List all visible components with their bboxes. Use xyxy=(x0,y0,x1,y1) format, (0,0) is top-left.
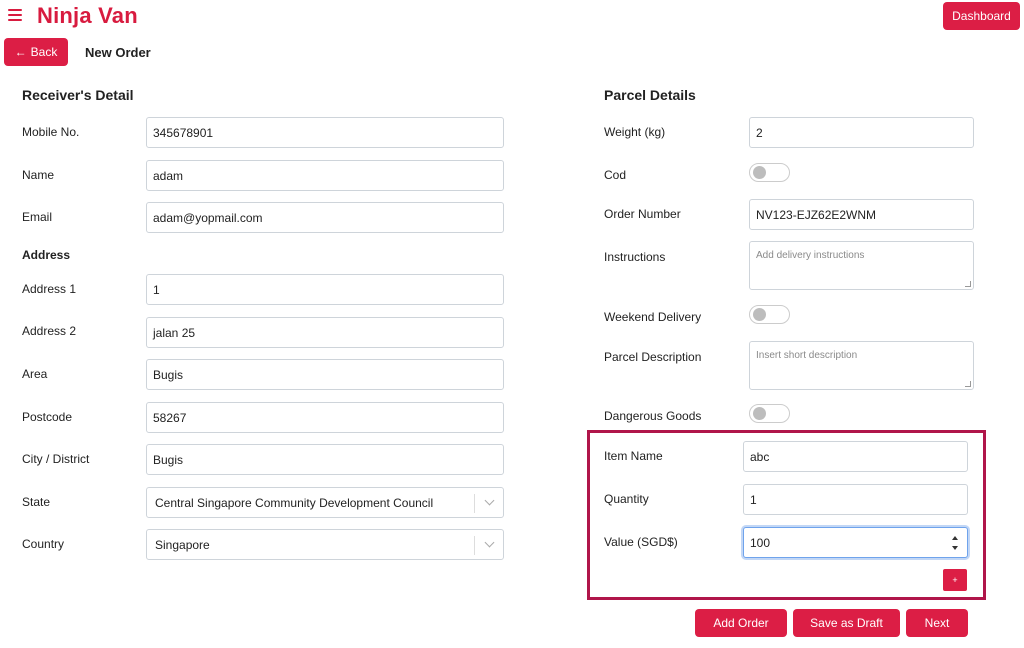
country-select[interactable]: Singapore xyxy=(146,529,504,560)
area-input[interactable]: Bugis xyxy=(146,359,504,390)
value-label: Value (SGD$) xyxy=(604,535,678,549)
item-name-label: Item Name xyxy=(604,449,663,463)
add-order-button[interactable]: Add Order xyxy=(695,609,787,637)
email-label: Email xyxy=(22,210,53,224)
next-button[interactable]: Next xyxy=(906,609,968,637)
weight-input[interactable]: 2 xyxy=(749,117,974,148)
address1-label: Address 1 xyxy=(22,282,77,296)
city-input[interactable]: Bugis xyxy=(146,444,504,475)
select-separator xyxy=(474,494,475,513)
order-number-input[interactable]: NV123-EJZ62E2WNM xyxy=(749,199,974,230)
instructions-textarea[interactable]: Add delivery instructions xyxy=(749,241,974,290)
back-label: Back xyxy=(30,45,58,59)
area-label: Area xyxy=(22,367,48,381)
city-label: City / District xyxy=(22,452,90,466)
save-draft-button[interactable]: Save as Draft xyxy=(793,609,900,637)
postcode-input[interactable]: 58267 xyxy=(146,402,504,433)
state-select-value: Central Singapore Community Development … xyxy=(155,495,434,510)
number-spinner-icon[interactable] xyxy=(951,536,959,550)
country-select-value: Singapore xyxy=(155,537,210,552)
quantity-input[interactable]: 1 xyxy=(743,484,968,515)
toggle-knob xyxy=(753,407,766,420)
address-subtitle: Address xyxy=(22,248,71,262)
state-label: State xyxy=(22,495,51,509)
receiver-section-title: Receiver's Detail xyxy=(22,87,134,103)
instructions-label: Instructions xyxy=(604,250,666,264)
order-number-label: Order Number xyxy=(604,207,681,221)
instructions-placeholder: Add delivery instructions xyxy=(756,250,865,261)
value-input-text: 100 xyxy=(750,535,771,550)
resize-grip-icon[interactable] xyxy=(965,281,971,287)
email-input[interactable]: adam@yopmail.com xyxy=(146,202,504,233)
weight-label: Weight (kg) xyxy=(604,125,666,139)
chevron-down-icon xyxy=(484,537,495,548)
description-placeholder: Insert short description xyxy=(756,350,858,361)
arrow-left-icon: ← xyxy=(14,45,27,59)
postcode-label: Postcode xyxy=(22,410,73,424)
toggle-knob xyxy=(753,166,766,179)
dashboard-button[interactable]: Dashboard xyxy=(943,2,1020,30)
country-label: Country xyxy=(22,537,65,551)
weekend-toggle[interactable] xyxy=(749,305,790,324)
description-label: Parcel Description xyxy=(604,350,702,364)
brand-logo: Ninja Van xyxy=(37,3,138,28)
state-select[interactable]: Central Singapore Community Development … xyxy=(146,487,504,518)
address1-input[interactable]: 1 xyxy=(146,274,504,305)
dangerous-label: Dangerous Goods xyxy=(604,409,702,423)
quantity-label: Quantity xyxy=(604,492,649,506)
add-item-button[interactable]: + xyxy=(943,569,967,591)
toggle-knob xyxy=(753,308,766,321)
item-name-input[interactable]: abc xyxy=(743,441,968,472)
resize-grip-icon[interactable] xyxy=(965,381,971,387)
select-separator xyxy=(474,536,475,555)
name-input[interactable]: adam xyxy=(146,160,504,191)
name-label: Name xyxy=(22,168,55,182)
parcel-section-title: Parcel Details xyxy=(604,87,696,103)
cod-toggle[interactable] xyxy=(749,163,790,182)
hamburger-icon[interactable] xyxy=(8,8,22,22)
weekend-label: Weekend Delivery xyxy=(604,310,702,324)
back-button[interactable]: ← Back xyxy=(4,38,68,66)
address2-input[interactable]: jalan 25 xyxy=(146,317,504,348)
mobile-input[interactable]: 345678901 xyxy=(146,117,504,148)
cod-label: Cod xyxy=(604,168,627,182)
chevron-down-icon xyxy=(484,495,495,506)
address2-label: Address 2 xyxy=(22,324,77,338)
mobile-label: Mobile No. xyxy=(22,125,80,139)
dangerous-toggle[interactable] xyxy=(749,404,790,423)
page-title: New Order xyxy=(85,45,151,60)
value-input[interactable]: 100 xyxy=(743,527,968,558)
description-textarea[interactable]: Insert short description xyxy=(749,341,974,390)
